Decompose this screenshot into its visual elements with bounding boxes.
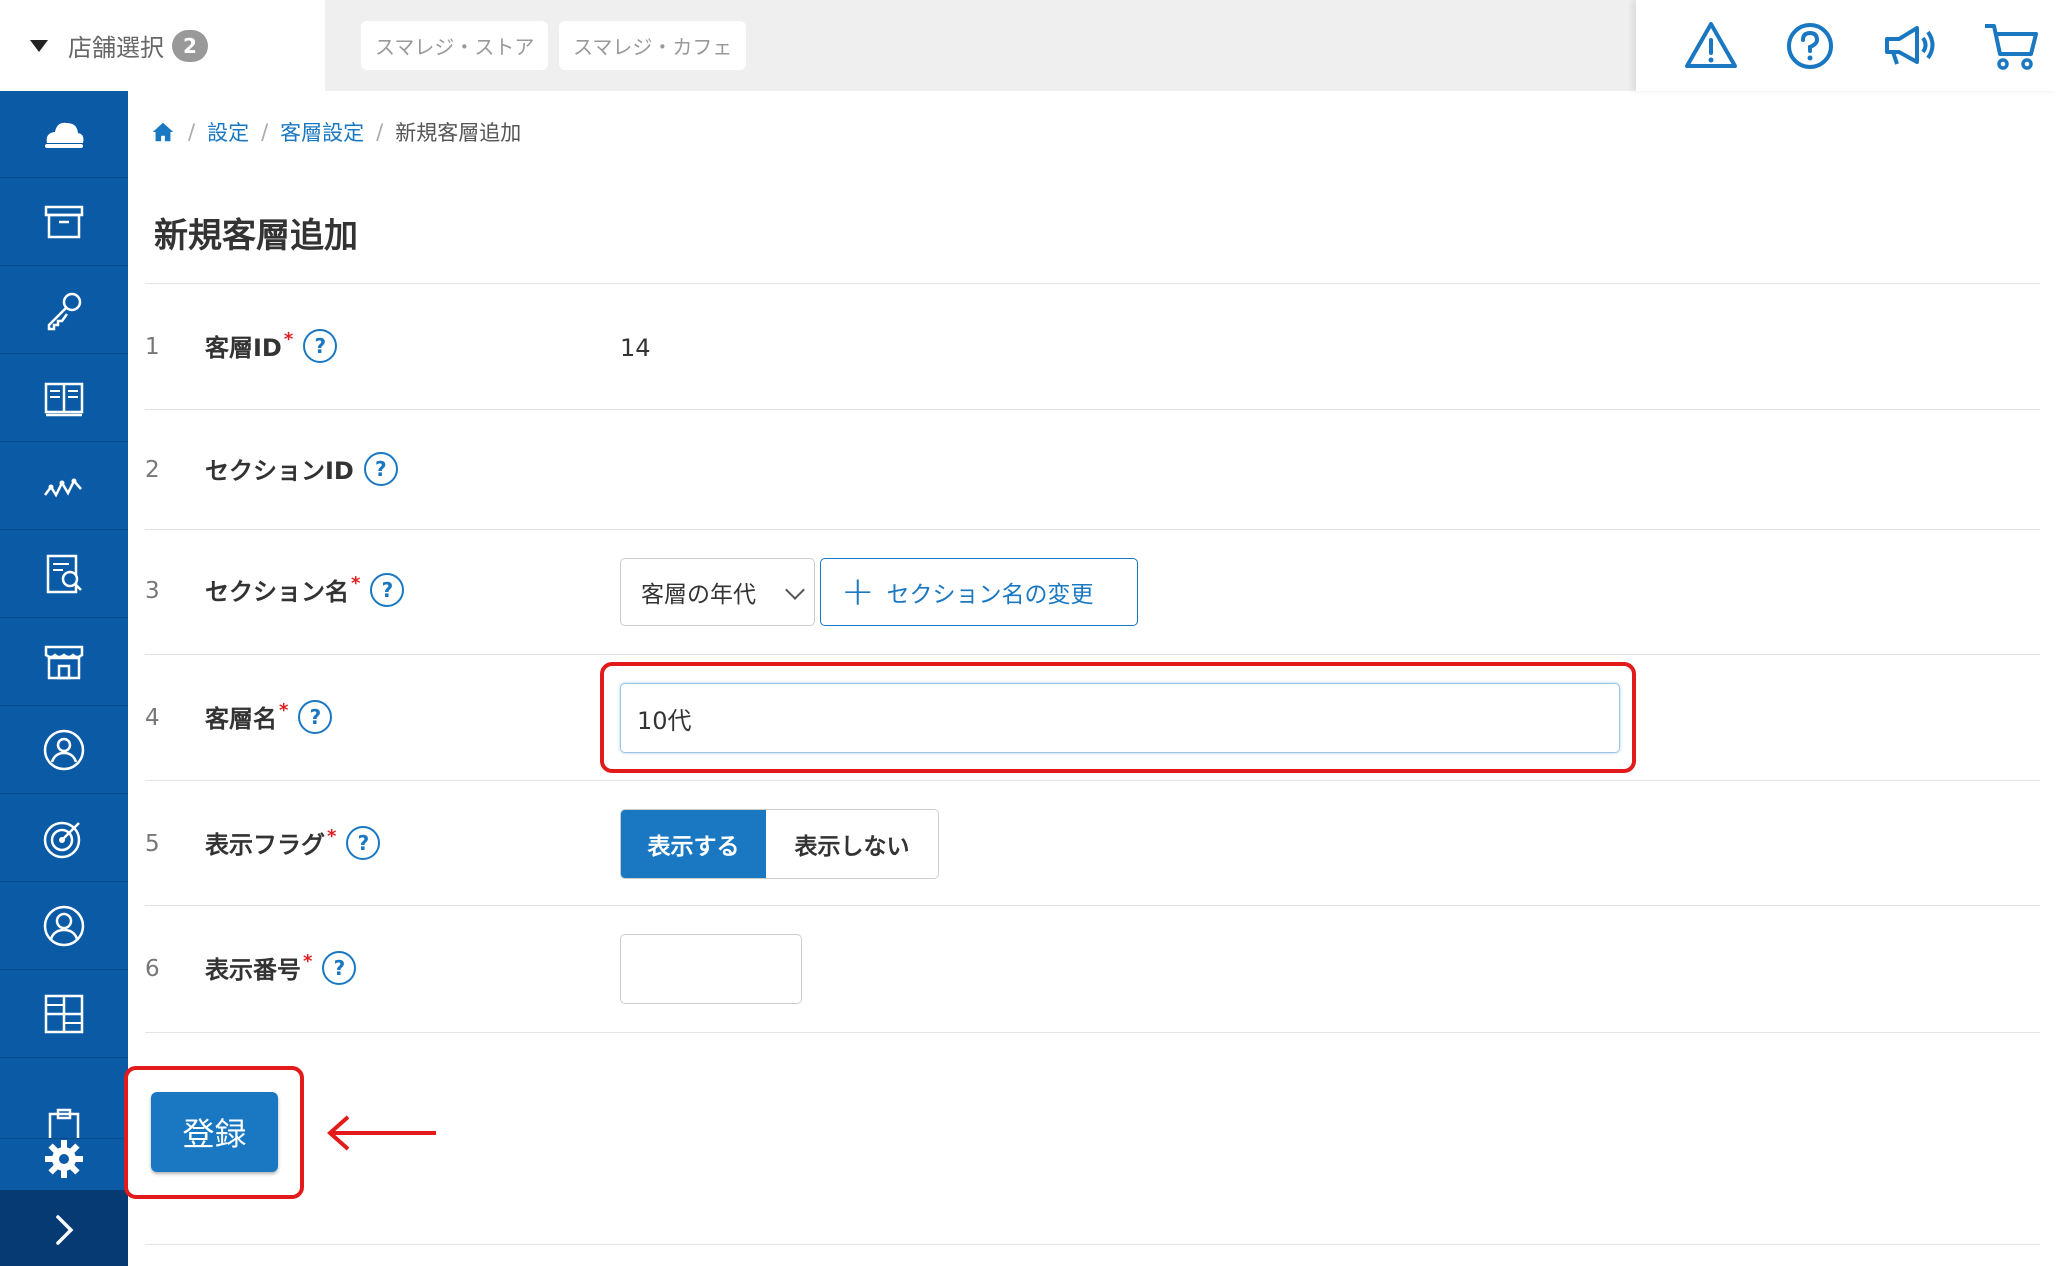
row-number: 3 [145, 578, 160, 604]
store-select-label: 店舗選択 [68, 34, 164, 62]
help-icon[interactable]: ? [303, 328, 338, 363]
plus-icon: + [841, 569, 875, 615]
row-label: 表示番号 * ? [205, 950, 357, 985]
help-icon[interactable] [1780, 16, 1840, 76]
arrow-left-icon [326, 1115, 436, 1151]
display-flag-hide-option[interactable]: 表示しない [766, 810, 938, 878]
form-row-customer-id: 1 客層ID * ? 14 [145, 283, 2040, 409]
sidebar-item-settings[interactable] [0, 1127, 128, 1190]
chevron-down-icon [785, 580, 805, 600]
help-icon[interactable]: ? [370, 572, 405, 607]
help-icon[interactable]: ? [346, 825, 381, 860]
book-icon [44, 382, 84, 417]
form-row-display-flag: 5 表示フラグ * ? 表示する 表示しない [145, 780, 2040, 905]
row-number: 5 [145, 831, 160, 857]
store-tab-cafe[interactable]: スマレジ・カフェ [559, 21, 747, 70]
sidebar-item-report[interactable] [0, 531, 128, 618]
sidebar-expand-button[interactable] [0, 1190, 128, 1266]
home-icon[interactable] [150, 119, 176, 145]
required-mark: * [303, 951, 313, 972]
sidebar-item-sales[interactable] [0, 443, 128, 530]
target-icon [43, 821, 81, 859]
form-row-section-id: 2 セクションID ? [145, 409, 2040, 529]
breadcrumb: / 設定 / 客層設定 / 新規客層追加 [150, 117, 521, 147]
warning-icon[interactable] [1681, 16, 1741, 76]
divider [145, 1032, 2040, 1033]
user-icon [43, 905, 85, 947]
customer-id-value: 14 [620, 334, 651, 362]
row-label: 客層名 * ? [205, 699, 333, 734]
required-mark: * [279, 700, 289, 721]
sidebar-item-customer[interactable] [0, 707, 128, 794]
archive-box-icon [44, 205, 84, 239]
customer-icon [43, 729, 85, 771]
row-label-text: セクションID [205, 457, 354, 485]
help-icon[interactable]: ? [322, 950, 357, 985]
sidebar-item-store[interactable] [0, 619, 128, 706]
breadcrumb-current: 新規客層追加 [395, 121, 522, 145]
store-icon [44, 645, 84, 680]
gear-icon [45, 1139, 83, 1178]
megaphone-icon[interactable] [1879, 16, 1939, 76]
row-number: 1 [145, 334, 160, 360]
help-icon[interactable]: ? [298, 699, 333, 734]
key-icon [47, 292, 82, 331]
grid-icon [44, 994, 84, 1034]
row-number: 6 [145, 956, 160, 982]
caret-down-icon [30, 39, 48, 52]
row-label-text: 客層名 [205, 705, 277, 733]
change-section-name-label: セクション名の変更 [886, 582, 1094, 608]
help-icon[interactable]: ? [363, 451, 398, 486]
highlight-box-register [124, 1066, 304, 1199]
required-mark: * [283, 329, 294, 350]
sidebar-item-cloud[interactable] [0, 91, 128, 178]
display-number-input[interactable] [620, 934, 802, 1004]
row-label-text: セクション名 [205, 578, 349, 606]
store-count-badge: 2 [172, 29, 208, 62]
sidebar-item-user[interactable] [0, 883, 128, 970]
chart-line-icon [44, 478, 82, 498]
section-name-select[interactable]: 客層の年代 [620, 558, 815, 626]
form-row-section-name: 3 セクション名 * ? 客層の年代 + セクション名の変更 [145, 529, 2040, 654]
breadcrumb-link-settings[interactable]: 設定 [207, 117, 249, 147]
row-label-text: 表示番号 [205, 956, 301, 984]
row-label: 表示フラグ * ? [205, 825, 381, 860]
sidebar-item-target[interactable] [0, 795, 128, 882]
store-select-dropdown[interactable]: 店舗選択 2 [0, 0, 325, 91]
section-name-select-value: 客層の年代 [641, 582, 756, 608]
row-label-text: 表示フラグ [205, 831, 325, 859]
display-flag-show-option[interactable]: 表示する [621, 810, 766, 878]
row-number: 4 [145, 705, 160, 731]
report-search-icon [46, 554, 82, 594]
required-mark: * [351, 573, 361, 594]
display-flag-toggle: 表示する 表示しない [620, 809, 939, 879]
highlight-box-customer-name [600, 662, 1636, 773]
breadcrumb-separator: / [261, 120, 269, 144]
page-title: 新規客層追加 [154, 216, 358, 256]
cart-icon[interactable] [1981, 16, 2041, 76]
sidebar [0, 91, 128, 1266]
row-label: 客層ID * ? [205, 328, 338, 363]
breadcrumb-separator: / [188, 120, 196, 144]
sidebar-item-key[interactable] [0, 267, 128, 354]
row-label: セクションID ? [205, 451, 398, 486]
top-right-toolbar [1636, 0, 2057, 91]
row-label-text: 客層ID [205, 334, 282, 362]
cloud-icon [45, 122, 84, 148]
store-tab-store[interactable]: スマレジ・ストア [361, 21, 549, 70]
change-section-name-button[interactable]: + セクション名の変更 [820, 558, 1138, 626]
breadcrumb-separator: / [376, 120, 384, 144]
divider [145, 1244, 2040, 1245]
breadcrumb-link-customer-settings[interactable]: 客層設定 [280, 117, 364, 147]
sidebar-item-book[interactable] [0, 355, 128, 442]
row-label: セクション名 * ? [205, 572, 405, 607]
row-number: 2 [145, 457, 160, 483]
required-mark: * [327, 826, 337, 847]
top-bar: 店舗選択 2 スマレジ・ストア スマレジ・カフェ [0, 0, 2057, 91]
form-row-display-number: 6 表示番号 * ? [145, 905, 2040, 1032]
sidebar-item-apps[interactable] [0, 971, 128, 1058]
chevron-right-icon [56, 1215, 74, 1245]
sidebar-item-archive[interactable] [0, 179, 128, 266]
